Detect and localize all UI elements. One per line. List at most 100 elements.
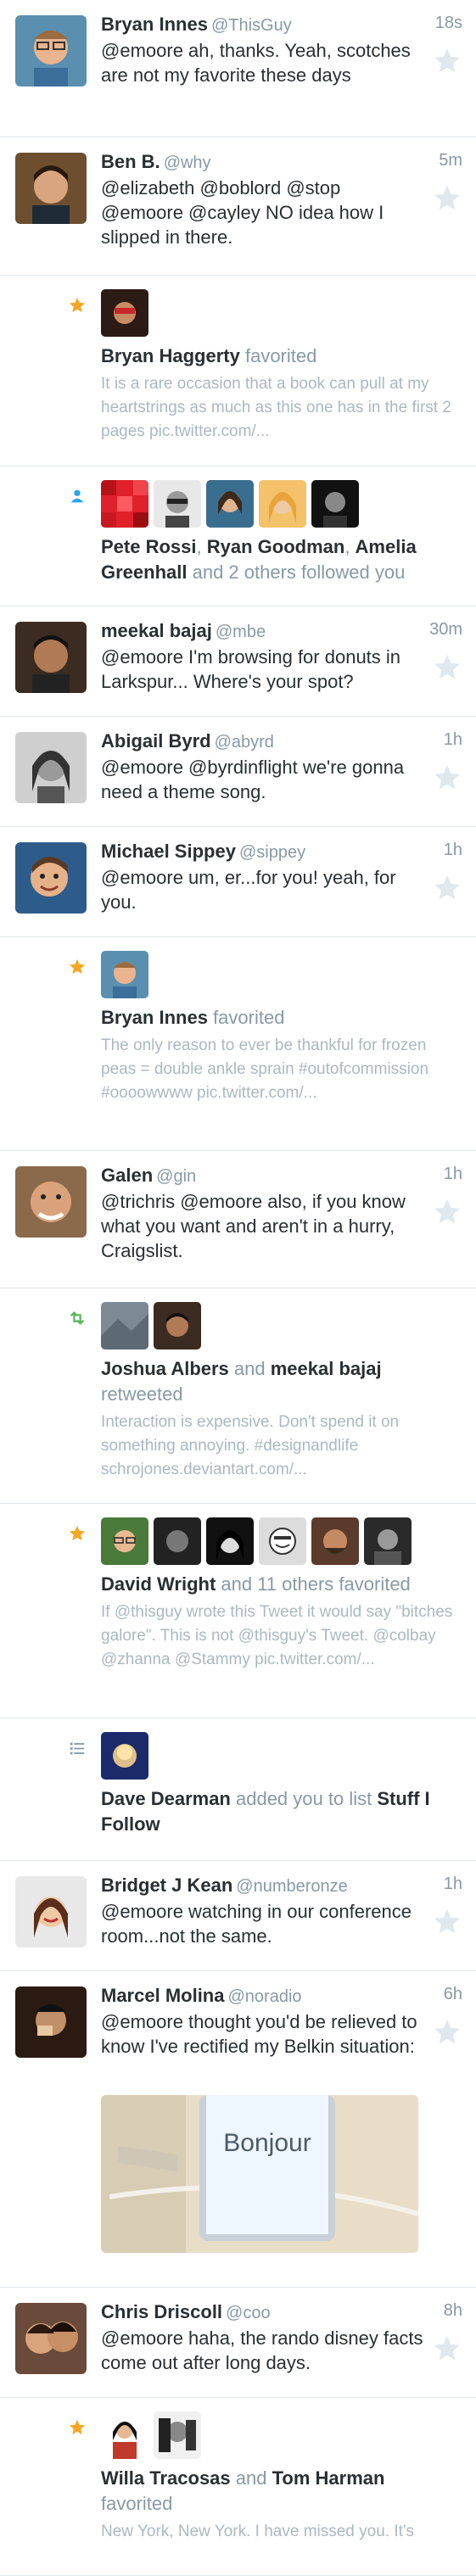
avatar[interactable] — [154, 2411, 201, 2459]
tweet-item[interactable]: Abigail Byrd @abyrd @emoore @byrdinflight… — [0, 717, 476, 827]
author-handle[interactable]: @ThisGuy — [211, 16, 292, 35]
tweet-item[interactable]: Bridget J Kean @numberonze @emoore watchi… — [0, 1861, 476, 1971]
avatar[interactable] — [101, 2411, 148, 2459]
timestamp: 1h — [443, 730, 462, 749]
actor-name[interactable]: Willa Tracosas — [101, 2467, 231, 2489]
avatar[interactable] — [15, 1876, 87, 1947]
activity-action: favorited — [101, 2493, 173, 2514]
avatar[interactable] — [259, 1517, 306, 1565]
author-handle[interactable]: @sippey — [239, 843, 305, 862]
activity-action: retweeted — [101, 1383, 183, 1405]
tweet-item[interactable]: Michael Sippey @sippey @emoore um, er...f… — [0, 827, 476, 937]
avatar[interactable] — [101, 951, 148, 998]
avatar[interactable] — [154, 1302, 201, 1349]
favorite-star-icon[interactable] — [432, 2017, 462, 2048]
actor-name[interactable]: Dave Dearman — [101, 1788, 231, 1809]
activity-item[interactable]: Joshua Albers and meekal bajaj retweeted… — [0, 1288, 476, 1504]
author-name[interactable]: Bryan Innes — [101, 14, 208, 35]
tweet-body: Bryan Innes @ThisGuy @emoore ah, thanks. … — [101, 12, 425, 87]
author-handle[interactable]: @noradio — [227, 1987, 301, 2006]
activity-item[interactable]: Pete Rossi, Ryan Goodman, Amelia Greenha… — [0, 467, 476, 606]
actor-avatars — [101, 289, 148, 337]
favorite-star-icon[interactable] — [432, 2333, 462, 2364]
author-handle[interactable]: @coo — [226, 2304, 271, 2322]
activity-item[interactable]: Willa Tracosas and Tom Harman favorited … — [0, 2398, 476, 2576]
author-name[interactable]: Ben B. — [101, 151, 160, 172]
activity-body: David Wright and 11 others favorited If … — [101, 1572, 459, 1672]
activity-snippet[interactable]: The only reason to ever be thankful for … — [101, 1034, 459, 1105]
avatar[interactable] — [15, 842, 87, 914]
avatar[interactable] — [154, 1517, 201, 1565]
actor-name[interactable]: Tom Harman — [272, 2467, 385, 2489]
avatar[interactable] — [101, 1732, 148, 1780]
actor-name[interactable]: Ryan Goodman — [207, 536, 345, 557]
actor-name[interactable]: David Wright — [101, 1573, 216, 1595]
avatar[interactable] — [15, 153, 87, 224]
avatar[interactable] — [101, 1517, 148, 1565]
activity-body: Bryan Haggerty favorited It is a rare oc… — [101, 344, 459, 444]
tweet-body: Abigail Byrd @abyrd @emoore @byrdinflight… — [101, 729, 425, 804]
activity-snippet[interactable]: If @thisguy wrote this Tweet it would sa… — [101, 1601, 459, 1672]
actor-name[interactable]: Bryan Haggerty — [101, 345, 240, 366]
actor-name[interactable]: Joshua Albers — [101, 1358, 229, 1379]
avatar[interactable] — [15, 2303, 87, 2374]
favorite-star-icon[interactable] — [432, 46, 462, 76]
avatar[interactable] — [311, 480, 359, 528]
favorite-star-icon[interactable] — [432, 183, 462, 214]
author-name[interactable]: Chris Driscoll — [101, 2301, 222, 2322]
tweet-photo[interactable]: Bonjour — [101, 2095, 418, 2253]
activity-snippet[interactable]: Interaction is expensive. Don't spend it… — [101, 1411, 459, 1482]
avatar[interactable] — [311, 1517, 359, 1565]
avatar[interactable] — [206, 480, 254, 528]
avatar[interactable] — [15, 732, 87, 803]
author-name[interactable]: meekal bajaj — [101, 620, 212, 641]
avatar[interactable] — [15, 622, 87, 693]
favorite-star-icon[interactable] — [432, 763, 462, 793]
favorite-star-icon[interactable] — [432, 1197, 462, 1227]
activity-item[interactable]: Bryan Haggerty favorited It is a rare oc… — [0, 276, 476, 467]
author-handle[interactable]: @abyrd — [215, 733, 274, 752]
activity-item[interactable]: Dave Dearman added you to list Stuff I F… — [0, 1718, 476, 1861]
author-handle[interactable]: @gin — [156, 1167, 196, 1186]
favorite-star-icon[interactable] — [432, 652, 462, 683]
tweet-text: @emoore ah, thanks. Yeah, scotches are n… — [101, 40, 411, 86]
author-handle[interactable]: @why — [164, 154, 211, 172]
avatar[interactable] — [259, 480, 306, 528]
actor-name[interactable]: meekal bajaj — [271, 1358, 382, 1379]
avatar[interactable] — [101, 289, 148, 337]
tweet-item[interactable]: meekal bajaj @mbe @emoore I'm browsing fo… — [0, 606, 476, 717]
separator: , — [344, 536, 356, 557]
actor-name[interactable]: Bryan Innes — [101, 1007, 208, 1028]
author-name[interactable]: Abigail Byrd — [101, 730, 211, 752]
tweet-item[interactable]: Marcel Molina @noradio @emoore thought yo… — [0, 1971, 476, 2288]
tweet-item[interactable]: Bryan Innes @ThisGuy @emoore ah, thanks. … — [0, 0, 476, 137]
avatar[interactable] — [101, 1302, 148, 1349]
author-name[interactable]: Galen — [101, 1165, 153, 1186]
avatar[interactable] — [206, 1517, 254, 1565]
avatar[interactable] — [15, 1166, 87, 1238]
author-name[interactable]: Marcel Molina — [101, 1985, 224, 2006]
author-name[interactable]: Michael Sippey — [101, 841, 236, 862]
tweet-body: Bridget J Kean @numberonze @emoore watchi… — [101, 1873, 425, 1948]
timestamp: 5m — [439, 151, 462, 170]
avatar[interactable] — [154, 480, 201, 528]
tweet-item[interactable]: Ben B. @why @elizabeth @boblord @stop @em… — [0, 137, 476, 276]
actor-name[interactable]: Pete Rossi — [101, 536, 197, 557]
activity-item[interactable]: Bryan Innes favorited The only reason to… — [0, 937, 476, 1151]
author-name[interactable]: Bridget J Kean — [101, 1875, 232, 1896]
favorite-star-icon[interactable] — [432, 1907, 462, 1937]
avatar[interactable] — [15, 15, 87, 87]
avatar[interactable] — [101, 480, 148, 528]
author-handle[interactable]: @mbe — [216, 623, 266, 641]
avatar[interactable] — [15, 1986, 87, 2058]
activity-snippet[interactable]: It is a rare occasion that a book can pu… — [101, 372, 459, 444]
star-icon — [68, 958, 87, 976]
avatar[interactable] — [364, 1517, 412, 1565]
activity-item[interactable]: David Wright and 11 others favorited If … — [0, 1504, 476, 1718]
favorite-star-icon[interactable] — [432, 873, 462, 903]
tweet-item[interactable]: Galen @gin @trichris @emoore also, if you… — [0, 1151, 476, 1288]
tweet-item[interactable]: Chris Driscoll @coo @emoore haha, the ran… — [0, 2288, 476, 2398]
author-handle[interactable]: @numberonze — [236, 1877, 347, 1896]
timestamp: 1h — [443, 1875, 462, 1893]
activity-snippet[interactable]: New York, New York. I have missed you. I… — [101, 2520, 459, 2544]
